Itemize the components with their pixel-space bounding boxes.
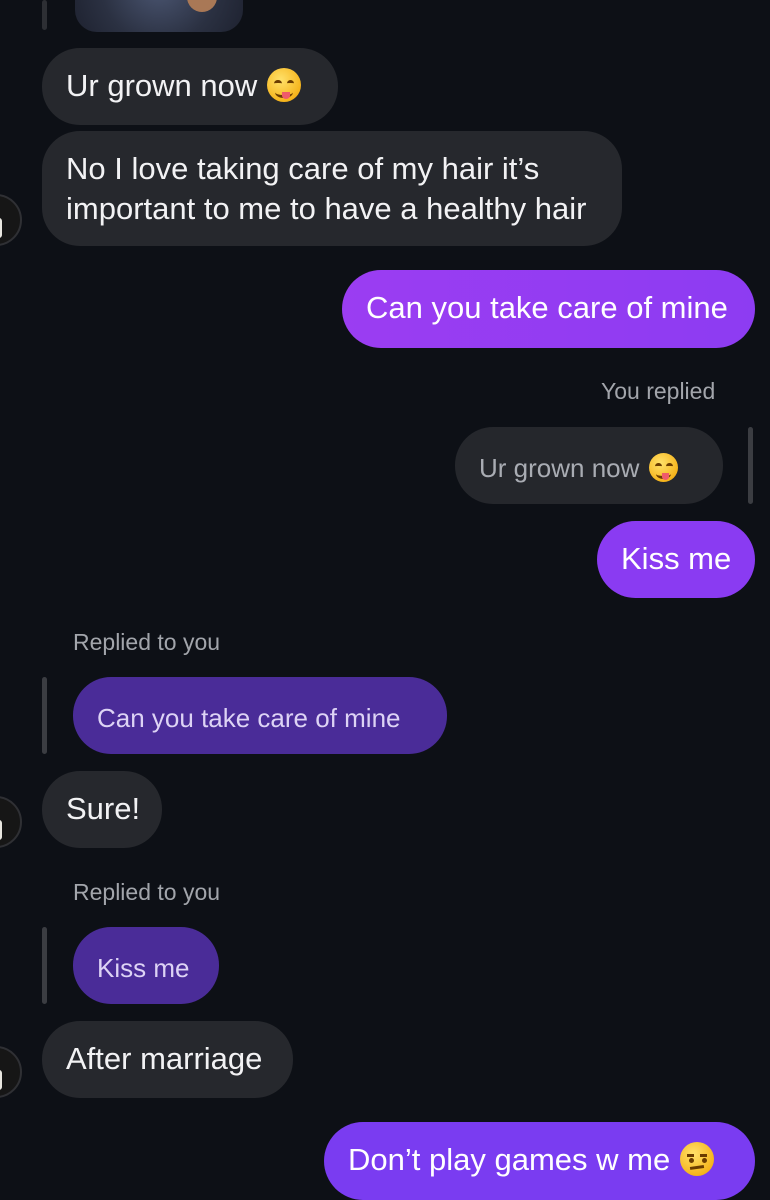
- sender-avatar[interactable]: [0, 796, 22, 848]
- unamused-face-icon: [680, 1142, 715, 1176]
- message-text: Don’t play games w me: [348, 1142, 671, 1177]
- reply-indicator-bar: [42, 927, 47, 1004]
- message-text: After marriage: [66, 1041, 263, 1076]
- message-text-line: No I love taking care of my hair it’s: [66, 151, 540, 186]
- reply-label: Replied to you: [73, 879, 221, 905]
- message-text: Kiss me: [621, 541, 732, 576]
- incoming-message[interactable]: After marriage: [42, 1021, 293, 1098]
- shared-photo-preview[interactable]: [75, 0, 243, 32]
- incoming-message[interactable]: Sure!: [42, 771, 162, 848]
- sender-avatar[interactable]: [0, 194, 22, 246]
- message-text: Sure!: [66, 791, 141, 826]
- face-savoring-food-icon: [649, 453, 679, 482]
- incoming-message[interactable]: No I love taking care of my hair it’s im…: [42, 131, 622, 246]
- message-text-line: important to me to have a healthy hair: [66, 191, 587, 226]
- quoted-message[interactable]: Kiss me: [73, 927, 219, 1004]
- face-savoring-food-icon: [267, 68, 302, 102]
- quoted-message[interactable]: Can you take care of mine: [73, 677, 447, 754]
- message-thread: Ur grown now No I love taking care of my…: [0, 0, 770, 1200]
- sender-avatar[interactable]: [0, 1046, 22, 1098]
- message-text: Ur grown now: [66, 68, 258, 103]
- message-text: Can you take care of mine: [366, 290, 728, 325]
- reply-indicator-bar: [42, 677, 47, 754]
- quoted-text: Kiss me: [97, 953, 190, 983]
- quoted-text: Ur grown now: [479, 453, 640, 483]
- thread-line-stub: [42, 0, 47, 30]
- outgoing-message[interactable]: Kiss me: [597, 521, 755, 598]
- reply-indicator-bar: [748, 427, 753, 504]
- incoming-message[interactable]: Ur grown now: [42, 48, 338, 125]
- reply-label: Replied to you: [73, 629, 221, 655]
- quoted-message[interactable]: Ur grown now: [455, 427, 723, 504]
- quoted-text: Can you take care of mine: [97, 703, 401, 733]
- outgoing-message[interactable]: Don’t play games w me: [324, 1122, 755, 1200]
- outgoing-message[interactable]: Can you take care of mine: [342, 270, 755, 348]
- reply-label: You replied: [601, 378, 716, 404]
